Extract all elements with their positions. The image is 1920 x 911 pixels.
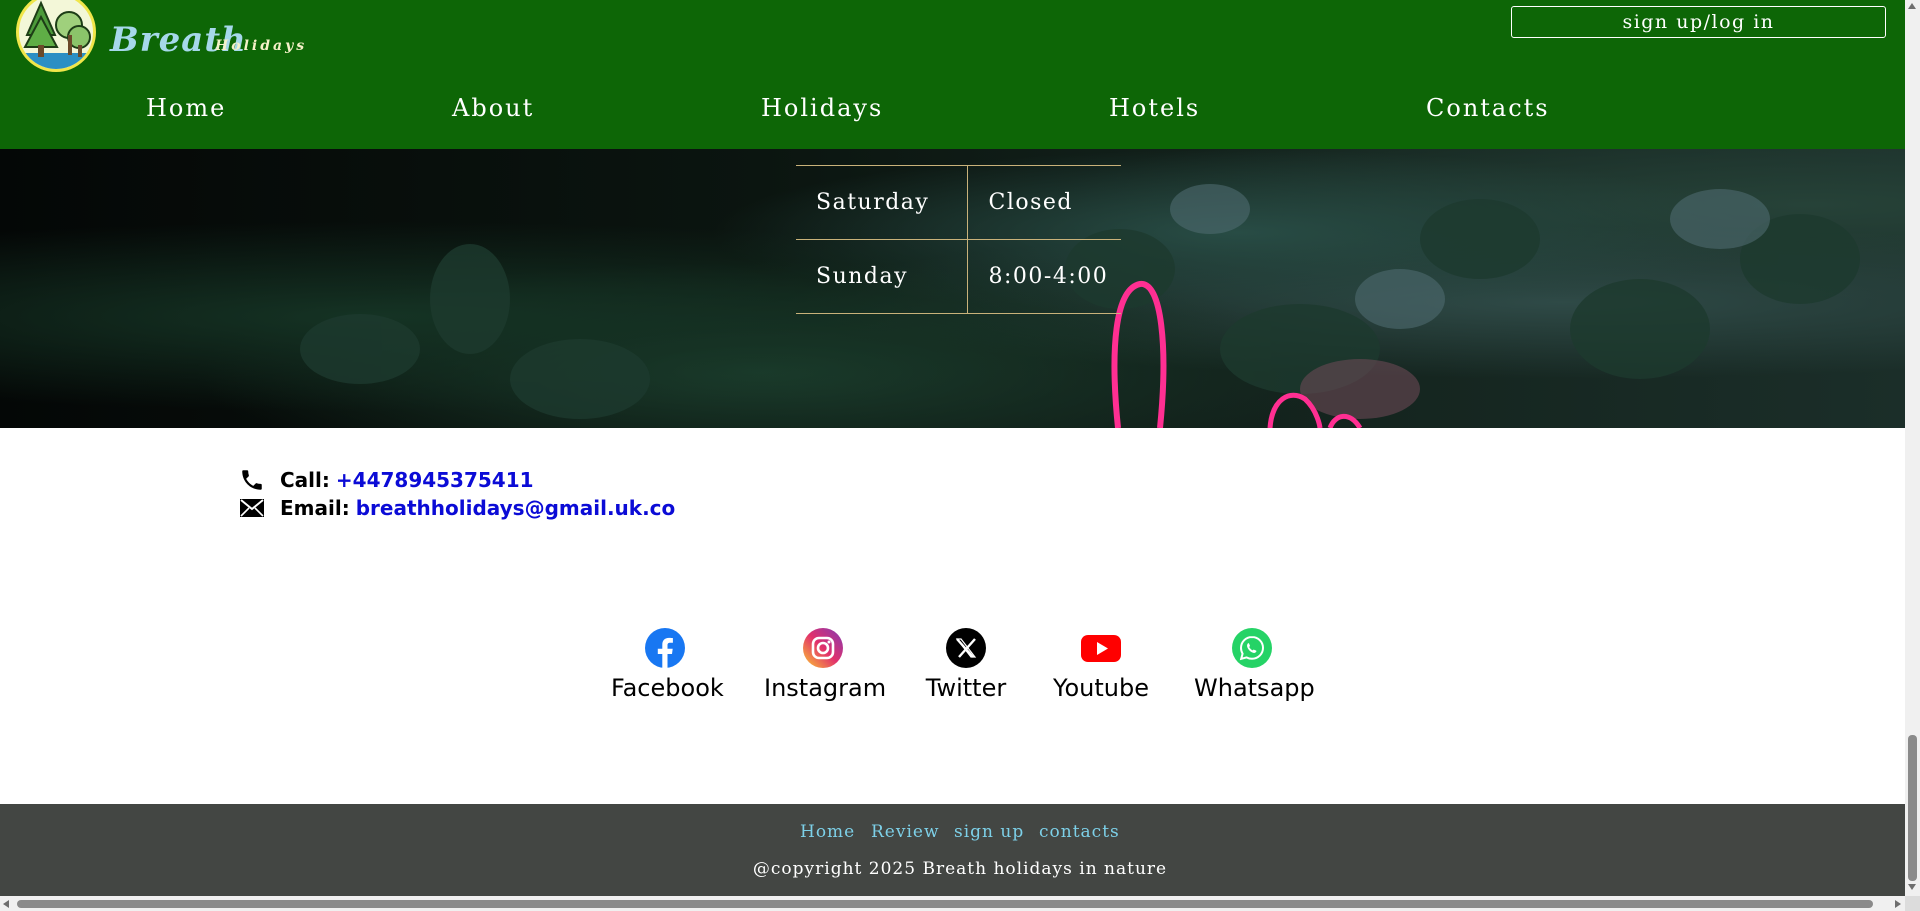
social-twitter[interactable]: Twitter [925,628,1007,702]
contact-call-line: Call: +4478945375411 [238,466,534,494]
social-label: Whatsapp [1194,674,1315,702]
nav-about[interactable]: About [452,94,534,122]
whatsapp-icon [1232,628,1272,668]
footer-link-contacts[interactable]: contacts [1039,822,1120,842]
facebook-icon [645,628,685,668]
social-instagram[interactable]: Instagram [764,628,886,702]
call-label: Call: [280,468,330,492]
vertical-scrollbar[interactable] [1905,0,1920,896]
envelope-icon [238,494,266,522]
scrollbar-corner [1905,896,1920,911]
scroll-down-arrow-icon[interactable] [1908,884,1916,890]
hero-background: Saturday Closed Sunday 8:00-4:00 [0,149,1905,428]
nav-holidays[interactable]: Holidays [761,94,883,122]
nav-hotels[interactable]: Hotels [1109,94,1200,122]
day-cell: Sunday [796,239,968,314]
sign-up-login-button[interactable]: sign up/log in [1511,6,1886,38]
contact-email-line: Email: breathholidays@gmail.uk.co [238,494,675,522]
site-header: Breath Holidays sign up/log in Home Abou… [0,0,1905,149]
social-label: Instagram [764,674,887,702]
phone-icon [238,466,266,494]
opening-hours-table: Saturday Closed Sunday 8:00-4:00 [796,165,1121,314]
scroll-up-arrow-icon[interactable] [1908,3,1916,9]
scroll-left-arrow-icon[interactable] [3,900,9,908]
email-link[interactable]: breathholidays@gmail.uk.co [356,496,676,520]
email-label: Email: [280,496,350,520]
brand-subtitle: Holidays [215,38,308,54]
time-cell: 8:00-4:00 [967,239,1121,314]
logo-icon[interactable] [16,0,96,72]
social-label: Twitter [925,674,1007,702]
nav-contacts[interactable]: Contacts [1426,94,1550,122]
time-cell: Closed [967,165,1121,240]
social-facebook[interactable]: Facebook [611,628,724,702]
social-label: Youtube [1053,674,1149,702]
youtube-icon [1080,635,1121,662]
table-row: Saturday Closed [796,165,1121,240]
copyright-text: @copyright 2025 Breath holidays in natur… [752,859,1168,879]
x-twitter-icon [946,628,986,668]
vertical-scroll-thumb[interactable] [1908,735,1917,881]
footer-link-sign-up[interactable]: sign up [954,822,1024,842]
site-footer: Home Review sign up contacts @copyright … [0,804,1905,896]
phone-link[interactable]: +4478945375411 [336,468,534,492]
horizontal-scroll-thumb[interactable] [17,900,1873,908]
social-whatsapp[interactable]: Whatsapp [1194,628,1315,702]
horizontal-scrollbar[interactable] [0,896,1905,911]
nav-home[interactable]: Home [146,94,226,122]
footer-link-home[interactable]: Home [800,822,855,842]
instagram-icon [803,628,843,668]
social-youtube[interactable]: Youtube [1053,628,1149,702]
table-row: Sunday 8:00-4:00 [796,239,1121,314]
footer-link-review[interactable]: Review [871,822,940,842]
day-cell: Saturday [796,165,968,240]
social-label: Facebook [611,674,724,702]
scroll-right-arrow-icon[interactable] [1895,900,1901,908]
